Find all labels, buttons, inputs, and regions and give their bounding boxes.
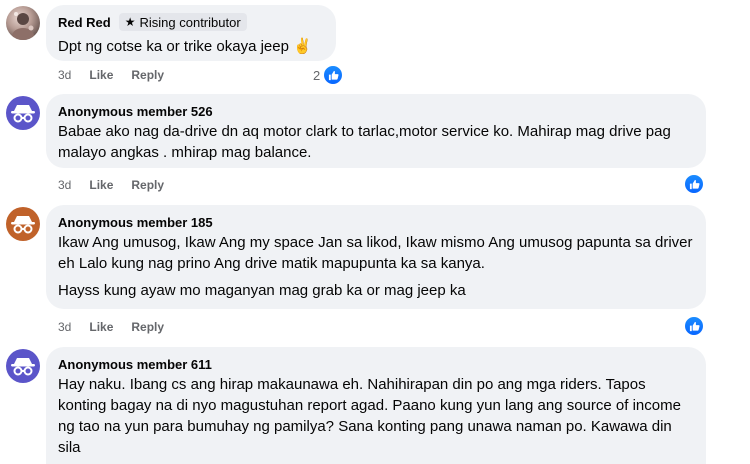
comment-paragraph: Ikaw Ang umusog, Ikaw Ang my space Jan s…: [58, 234, 693, 272]
avatar[interactable]: [6, 207, 40, 241]
comment-actions: 3d Like Reply: [58, 320, 164, 334]
author-name[interactable]: Anonymous member 611: [58, 357, 212, 372]
timestamp[interactable]: 3d: [58, 68, 71, 82]
like-reaction-icon: [323, 65, 344, 85]
comment-actions: 3d Like Reply: [58, 178, 164, 192]
like-button[interactable]: Like: [89, 320, 113, 334]
reply-button[interactable]: Reply: [131, 68, 164, 82]
badge-label: Rising contributor: [139, 14, 241, 30]
incognito-icon: [11, 105, 35, 123]
timestamp[interactable]: 3d: [58, 320, 71, 334]
author-name[interactable]: Anonymous member 526: [58, 104, 213, 119]
like-button[interactable]: Like: [89, 68, 113, 82]
comment-text: Ikaw Ang umusog, Ikaw Ang my space Jan s…: [58, 232, 694, 301]
reply-button[interactable]: Reply: [131, 320, 164, 334]
reply-button[interactable]: Reply: [131, 178, 164, 192]
author-name[interactable]: Red Red: [58, 15, 111, 30]
star-icon: ★: [124, 15, 136, 29]
comment-paragraph: Hayss kung ayaw mo maganyan mag grab ka …: [58, 282, 466, 299]
comment-paragraph: Babae ako nag da-drive dn aq motor clark…: [58, 123, 671, 161]
comment-bubble: Red Red ★ Rising contributor Dpt ng cots…: [46, 5, 336, 61]
profile-photo-icon: [12, 12, 34, 40]
reaction-summary[interactable]: [684, 174, 704, 194]
avatar[interactable]: [6, 96, 40, 130]
incognito-icon: [11, 216, 35, 234]
rising-contributor-badge[interactable]: ★ Rising contributor: [118, 13, 247, 31]
comment-text: Babae ako nag da-drive dn aq motor clark…: [58, 121, 694, 163]
incognito-icon: [11, 358, 35, 376]
comment-text: Hay naku. Ibang cs ang hirap makaunawa e…: [58, 374, 694, 458]
avatar[interactable]: [6, 6, 40, 40]
like-button[interactable]: Like: [89, 178, 113, 192]
comment-paragraph: Hay naku. Ibang cs ang hirap makaunawa e…: [58, 376, 681, 456]
like-reaction-icon: [684, 316, 704, 336]
reaction-summary[interactable]: 2: [313, 65, 344, 85]
like-reaction-icon: [684, 174, 704, 194]
timestamp[interactable]: 3d: [58, 178, 71, 192]
comment-bubble: Anonymous member 611 Hay naku. Ibang cs …: [46, 347, 706, 464]
reaction-count: 2: [313, 67, 321, 83]
comment-text: Dpt ng cotse ka or trike okaya jeep ✌️: [58, 36, 324, 57]
comment-bubble: Anonymous member 185 Ikaw Ang umusog, Ik…: [46, 205, 706, 309]
comment-paragraph: Dpt ng cotse ka or trike okaya jeep ✌️: [58, 38, 312, 55]
comment-actions: 3d Like Reply: [58, 68, 164, 82]
author-name[interactable]: Anonymous member 185: [58, 215, 213, 230]
avatar[interactable]: [6, 349, 40, 383]
comment-bubble: Anonymous member 526 Babae ako nag da-dr…: [46, 94, 706, 168]
reaction-summary[interactable]: [684, 316, 704, 336]
